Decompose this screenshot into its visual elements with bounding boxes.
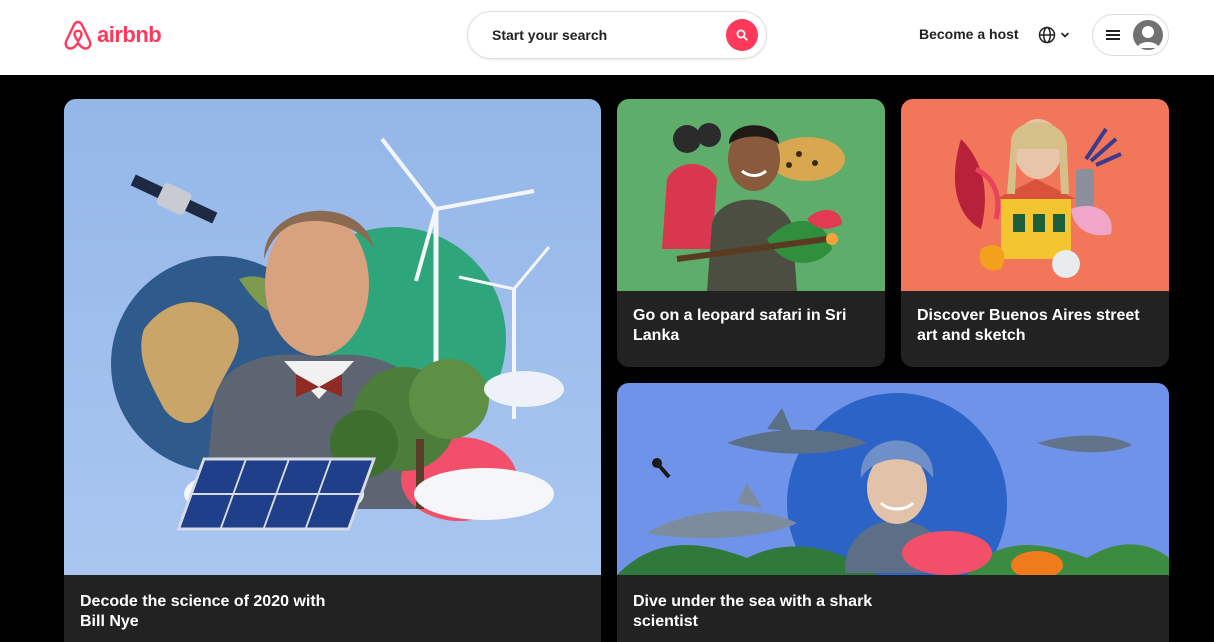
experience-card-bill-nye[interactable]: Decode the science of 2020 with Bill Nye: [64, 99, 601, 642]
globe-icon: [1038, 26, 1056, 44]
card-caption: Decode the science of 2020 with Bill Nye: [64, 575, 601, 642]
hamburger-menu-icon: [1106, 30, 1120, 40]
card-title: Go on a leopard safari in Sri Lanka: [633, 307, 847, 344]
airbnb-logo[interactable]: airbnb: [63, 19, 162, 51]
airbnb-logo-icon: [64, 20, 92, 50]
card-caption: Dive under the sea with a shark scientis…: [617, 575, 1169, 642]
search-placeholder: Start your search: [492, 27, 608, 43]
card-title: Discover Buenos Aires street art and ske…: [917, 307, 1140, 344]
street-art-collage-image: [901, 99, 1169, 291]
top-header: airbnb Start your search Become a host: [0, 0, 1214, 75]
experience-card-buenos-aires-street-art[interactable]: Discover Buenos Aires street art and ske…: [901, 99, 1169, 367]
user-icon: [1137, 26, 1159, 48]
card-caption: Discover Buenos Aires street art and ske…: [901, 291, 1169, 367]
experience-card-shark-scientist[interactable]: Dive under the sea with a shark scientis…: [617, 383, 1169, 642]
card-title: Decode the science of 2020 with Bill Nye: [80, 593, 326, 630]
language-selector[interactable]: [1038, 23, 1078, 47]
search-bar[interactable]: Start your search: [467, 11, 767, 59]
user-menu-button[interactable]: [1092, 14, 1169, 56]
card-title: Dive under the sea with a shark scientis…: [633, 593, 873, 630]
experience-card-leopard-safari[interactable]: Go on a leopard safari in Sri Lanka: [617, 99, 885, 367]
search-icon: [736, 29, 748, 41]
avatar: [1133, 20, 1163, 50]
bill-nye-collage-image: [64, 99, 601, 575]
shark-scientist-collage-image: [617, 383, 1169, 575]
leopard-safari-collage-image: [617, 99, 885, 291]
logo-text: airbnb: [97, 22, 162, 47]
card-caption: Go on a leopard safari in Sri Lanka: [617, 291, 885, 367]
chevron-down-icon: [1061, 32, 1069, 38]
search-button[interactable]: [726, 19, 758, 51]
become-a-host-link[interactable]: Become a host: [919, 26, 1019, 42]
